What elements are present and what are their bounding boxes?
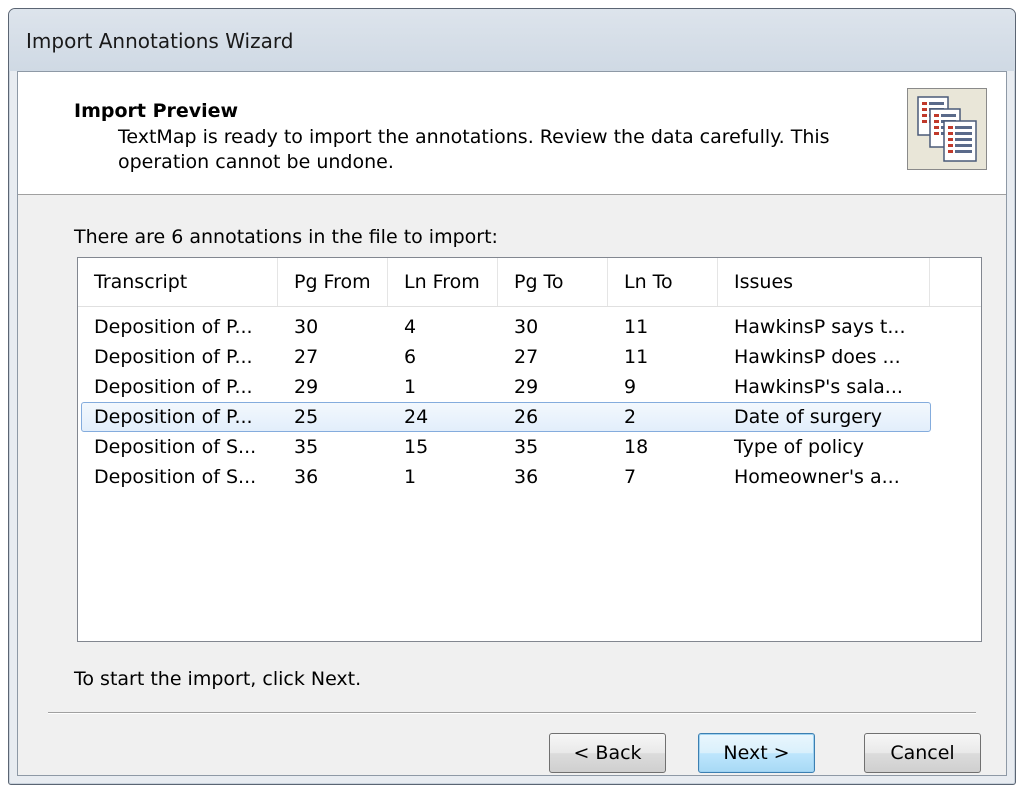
table-row-selected[interactable]: Deposition of P... 25 24 26 2 Date of su… [78, 402, 981, 432]
table-row[interactable]: Deposition of S... 35 15 35 18 Type of p… [78, 432, 981, 462]
column-transcript[interactable]: Transcript [78, 258, 278, 306]
cell-transcript: Deposition of P... [94, 316, 253, 338]
cell-transcript: Deposition of S... [94, 436, 257, 458]
table-row[interactable]: Deposition of P... 27 6 27 11 HawkinsP d… [78, 342, 981, 372]
cell-issues: HawkinsP does ... [734, 346, 901, 368]
next-button[interactable]: Next > [698, 733, 815, 773]
cell-pg-from: 30 [294, 316, 319, 338]
back-button[interactable]: < Back [549, 733, 666, 773]
column-issues[interactable]: Issues [718, 258, 930, 306]
table-row[interactable]: Deposition of P... 29 1 29 9 HawkinsP's … [78, 372, 981, 402]
cell-issues: Type of policy [734, 436, 864, 458]
table-row[interactable]: Deposition of S... 36 1 36 7 Homeowner's… [78, 462, 981, 492]
cell-pg-to: 30 [514, 316, 539, 338]
cell-pg-from: 27 [294, 346, 319, 368]
cell-ln-to: 7 [624, 466, 637, 488]
cell-transcript: Deposition of P... [94, 406, 253, 428]
title-bar[interactable]: Import Annotations Wizard [9, 9, 1015, 71]
cell-ln-from: 1 [404, 466, 417, 488]
cell-ln-to: 18 [624, 436, 649, 458]
cell-pg-to: 29 [514, 376, 539, 398]
annotations-count-label: There are 6 annotations in the file to i… [74, 226, 498, 248]
cell-issues: Date of surgery [734, 406, 883, 428]
cell-ln-to: 11 [624, 346, 649, 368]
cell-ln-to: 2 [624, 406, 637, 428]
cell-transcript: Deposition of P... [94, 346, 253, 368]
wizard-window: Import Annotations Wizard Import Preview… [8, 8, 1016, 785]
column-ln-from[interactable]: Ln From [388, 258, 498, 306]
table-row[interactable]: Deposition of P... 30 4 30 11 HawkinsP s… [78, 312, 981, 342]
column-pg-from[interactable]: Pg From [278, 258, 388, 306]
page-description: TextMap is ready to import the annotatio… [118, 126, 830, 173]
cell-ln-to: 11 [624, 316, 649, 338]
cell-ln-from: 15 [404, 436, 429, 458]
cell-issues: HawkinsP says t... [734, 316, 906, 338]
cell-pg-from: 29 [294, 376, 319, 398]
cell-pg-from: 35 [294, 436, 319, 458]
cell-transcript: Deposition of P... [94, 376, 253, 398]
documents-icon [907, 88, 987, 170]
cell-pg-to: 36 [514, 466, 539, 488]
annotations-list[interactable]: Transcript Pg From Ln From Pg To Ln To I… [77, 257, 982, 642]
cell-pg-to: 27 [514, 346, 539, 368]
cell-ln-from: 6 [404, 346, 417, 368]
cell-ln-from: 4 [404, 316, 417, 338]
instruction-text: To start the import, click Next. [74, 668, 362, 690]
cell-pg-from: 25 [294, 406, 319, 428]
page-title: Import Preview [74, 100, 239, 122]
cell-pg-to: 26 [514, 406, 539, 428]
cell-issues: Homeowner's a... [734, 466, 900, 488]
cell-ln-from: 1 [404, 376, 417, 398]
column-pg-to[interactable]: Pg To [498, 258, 608, 306]
cell-ln-from: 24 [404, 406, 429, 428]
cell-transcript: Deposition of S... [94, 466, 257, 488]
cell-issues: HawkinsP's sala... [734, 376, 903, 398]
cancel-button[interactable]: Cancel [864, 733, 981, 773]
cell-ln-to: 9 [624, 376, 637, 398]
cell-pg-to: 35 [514, 436, 539, 458]
window-title: Import Annotations Wizard [26, 29, 294, 53]
list-column-header: Transcript Pg From Ln From Pg To Ln To I… [78, 258, 981, 307]
footer-divider [48, 712, 976, 714]
column-ln-to[interactable]: Ln To [608, 258, 718, 306]
wizard-client-area: Import Preview TextMap is ready to impor… [17, 71, 1007, 776]
wizard-header: Import Preview TextMap is ready to impor… [18, 72, 1006, 195]
cell-pg-from: 36 [294, 466, 319, 488]
